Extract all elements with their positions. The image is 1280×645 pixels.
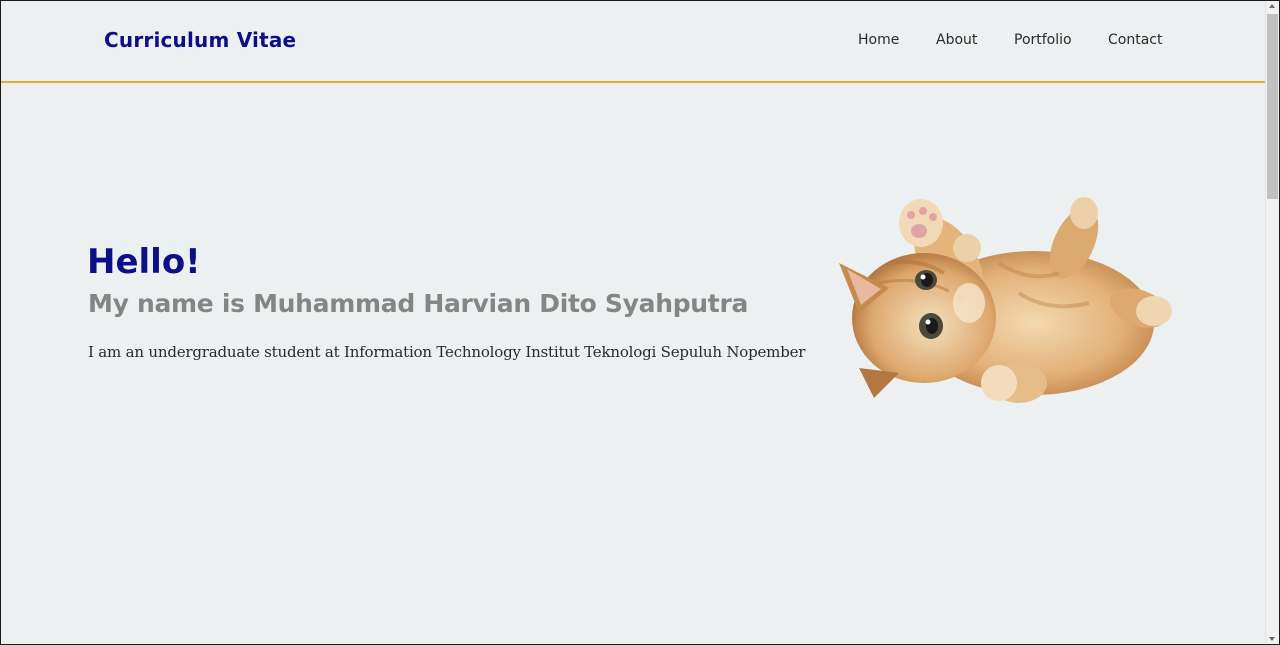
nav-about-link[interactable]: About bbox=[936, 32, 977, 48]
kitten-image bbox=[839, 197, 1172, 403]
hero-description: I am an undergraduate student at Informa… bbox=[88, 343, 806, 361]
navbar: Curriculum Vitae Home About Portfolio Co… bbox=[1, 1, 1266, 83]
brand-logo[interactable]: Curriculum Vitae bbox=[104, 28, 296, 52]
browser-viewport: Curriculum Vitae Home About Portfolio Co… bbox=[1, 1, 1279, 644]
scroll-thumb[interactable] bbox=[1267, 14, 1278, 199]
hero-greeting: Hello! bbox=[87, 242, 201, 282]
vertical-scrollbar[interactable] bbox=[1265, 1, 1279, 644]
scroll-down-icon[interactable] bbox=[1269, 637, 1275, 641]
scroll-up-icon[interactable] bbox=[1269, 4, 1275, 8]
nav-contact-link[interactable]: Contact bbox=[1108, 32, 1162, 48]
hero-name: My name is Muhammad Harvian Dito Syahput… bbox=[88, 289, 749, 318]
nav-home-link[interactable]: Home bbox=[858, 32, 899, 48]
nav-portfolio-link[interactable]: Portfolio bbox=[1014, 32, 1072, 48]
